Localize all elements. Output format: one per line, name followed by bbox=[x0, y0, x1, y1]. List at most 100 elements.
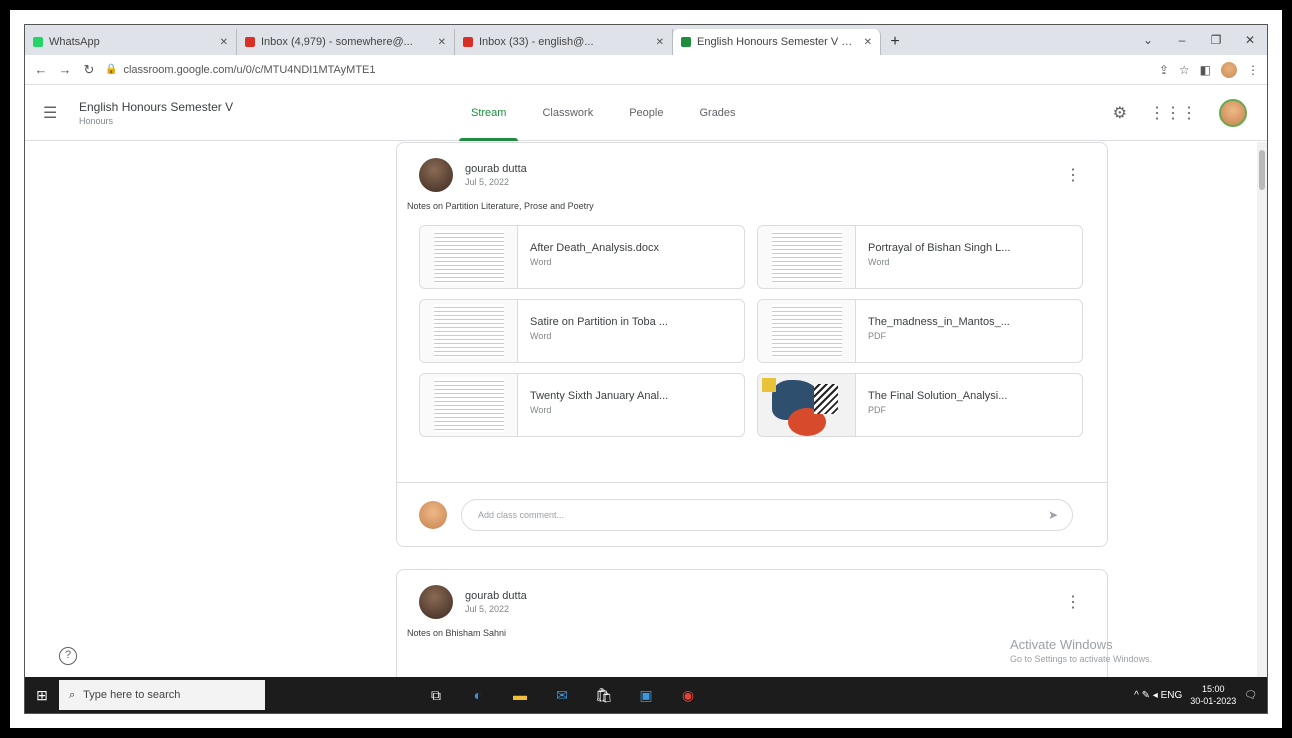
post-date: Jul 5, 2022 bbox=[465, 177, 510, 187]
star-icon[interactable]: ☆ bbox=[1179, 63, 1190, 77]
class-comment-input[interactable]: Add class comment... ➤ bbox=[461, 498, 1073, 531]
tray-icons[interactable]: ^ ✎ ◂ ENG bbox=[1134, 690, 1182, 701]
taskbar-clock[interactable]: 15:00 30-01-2023 bbox=[1190, 683, 1236, 707]
page-scrollbar[interactable] bbox=[1257, 142, 1267, 677]
attachment-card[interactable]: Satire on Partition in Toba ... Word bbox=[419, 299, 745, 363]
maximize-button[interactable]: ❐ bbox=[1199, 33, 1233, 47]
browser-menu-icon[interactable]: ⋮ bbox=[1247, 63, 1259, 77]
help-icon[interactable]: ? bbox=[59, 647, 77, 665]
attachment-card[interactable]: The Final Solution_Analysi... PDF bbox=[757, 373, 1083, 437]
image-thumbnail bbox=[758, 374, 856, 436]
url-field[interactable]: 🔒 classroom.google.com/u/0/c/MTU4NDI1MTA… bbox=[105, 59, 1151, 81]
attachment-card[interactable]: After Death_Analysis.docx Word bbox=[419, 225, 745, 289]
chrome-icon[interactable]: ◉ bbox=[675, 682, 701, 708]
document-thumbnail bbox=[420, 226, 518, 288]
new-tab-button[interactable]: + bbox=[881, 29, 909, 55]
attachment-title: The Final Solution_Analysi... bbox=[868, 390, 1008, 402]
browser-tab-inbox-1[interactable]: Inbox (4,979) - somewhere@... ✕ bbox=[237, 29, 455, 55]
document-thumbnail bbox=[420, 374, 518, 436]
attachment-title: Satire on Partition in Toba ... bbox=[530, 316, 668, 328]
attachment-type: Word bbox=[530, 405, 552, 415]
task-view-icon[interactable]: ⧉ bbox=[423, 682, 449, 708]
windows-taskbar: ⊞ ⌕ Type here to search ⧉ ◐ ▬ ✉ 🛍 ▣ ◉ ^ … bbox=[25, 677, 1267, 713]
back-icon[interactable]: ← bbox=[33, 62, 49, 77]
attachment-card[interactable]: The_madness_in_Mantos_... PDF bbox=[757, 299, 1083, 363]
notification-icon[interactable]: 🗨 bbox=[1244, 690, 1257, 701]
minimize-button[interactable]: – bbox=[1165, 33, 1199, 47]
post-text: Notes on Partition Literature, Prose and… bbox=[407, 201, 594, 211]
more-options-icon[interactable]: ⋮ bbox=[1065, 165, 1081, 185]
account-avatar[interactable] bbox=[1219, 99, 1247, 127]
close-tab-icon[interactable]: ✕ bbox=[864, 37, 872, 48]
tab-classwork[interactable]: Classwork bbox=[524, 85, 611, 141]
post-header: gourab dutta Jul 5, 2022 ⋮ bbox=[397, 143, 1107, 193]
gmail-icon bbox=[245, 37, 255, 47]
whatsapp-icon bbox=[33, 37, 43, 47]
file-explorer-icon[interactable]: ▬ bbox=[507, 682, 533, 708]
attachment-type: PDF bbox=[868, 405, 886, 415]
commenter-avatar bbox=[419, 500, 447, 529]
reload-icon[interactable]: ↻ bbox=[81, 62, 97, 78]
settings-gear-icon[interactable]: ⚙ bbox=[1113, 103, 1127, 123]
send-icon[interactable]: ➤ bbox=[1048, 508, 1058, 522]
share-icon[interactable]: ⇪ bbox=[1159, 63, 1169, 77]
author-name: gourab dutta bbox=[465, 163, 527, 175]
attachment-title: Twenty Sixth January Anal... bbox=[530, 390, 669, 402]
taskbar-apps: ⧉ ◐ ▬ ✉ 🛍 ▣ ◉ bbox=[423, 682, 701, 708]
tab-people[interactable]: People bbox=[611, 85, 681, 141]
photos-icon[interactable]: ▣ bbox=[633, 682, 659, 708]
browser-tab-classroom[interactable]: English Honours Semester V Pol... ✕ bbox=[673, 29, 881, 55]
close-tab-icon[interactable]: ✕ bbox=[220, 37, 228, 48]
close-window-button[interactable]: ✕ bbox=[1233, 33, 1267, 47]
browser-tab-inbox-2[interactable]: Inbox (33) - english@... ✕ bbox=[455, 29, 673, 55]
windows-start-icon[interactable]: ⊞ bbox=[25, 687, 59, 704]
screenshot-frame: WhatsApp ✕ Inbox (4,979) - somewhere@...… bbox=[8, 8, 1284, 730]
author-avatar bbox=[419, 158, 453, 192]
author-avatar bbox=[419, 585, 453, 619]
attachment-type: PDF bbox=[868, 331, 886, 341]
document-thumbnail bbox=[420, 300, 518, 362]
tab-stream[interactable]: Stream bbox=[453, 85, 524, 141]
store-icon[interactable]: 🛍 bbox=[591, 682, 617, 708]
forward-icon[interactable]: → bbox=[57, 62, 73, 77]
post-date: Jul 5, 2022 bbox=[465, 604, 510, 614]
hamburger-menu-icon[interactable]: ☰ bbox=[43, 103, 65, 123]
activate-windows-watermark: Activate Windows Go to Settings to activ… bbox=[1010, 637, 1153, 664]
tab-grades[interactable]: Grades bbox=[681, 85, 753, 141]
post-author: gourab dutta Jul 5, 2022 bbox=[465, 590, 527, 614]
taskbar-search-box[interactable]: ⌕ Type here to search bbox=[59, 680, 265, 710]
attachment-card[interactable]: Portrayal of Bishan Singh L... Word bbox=[757, 225, 1083, 289]
attachment-type: Word bbox=[868, 257, 890, 267]
address-bar: ← → ↻ 🔒 classroom.google.com/u/0/c/MTU4N… bbox=[25, 55, 1267, 85]
document-thumbnail bbox=[758, 300, 856, 362]
author-name: gourab dutta bbox=[465, 590, 527, 602]
apps-grid-icon[interactable]: ⋮⋮⋮ bbox=[1149, 103, 1197, 123]
lock-icon[interactable]: 🔒 bbox=[105, 64, 117, 75]
class-title: English Honours Semester V bbox=[79, 99, 234, 114]
mail-icon[interactable]: ✉ bbox=[549, 682, 575, 708]
classroom-icon bbox=[681, 37, 691, 47]
sidepanel-icon[interactable]: ◧ bbox=[1200, 63, 1211, 77]
stream-content: gourab dutta Jul 5, 2022 ⋮ Notes on Part… bbox=[25, 142, 1267, 677]
class-name[interactable]: English Honours Semester V Honours bbox=[79, 100, 233, 126]
document-thumbnail bbox=[758, 226, 856, 288]
more-options-icon[interactable]: ⋮ bbox=[1065, 592, 1081, 612]
post-author: gourab dutta Jul 5, 2022 bbox=[465, 163, 527, 187]
browser-tabbar: WhatsApp ✕ Inbox (4,979) - somewhere@...… bbox=[25, 25, 1267, 55]
profile-avatar[interactable] bbox=[1221, 61, 1237, 78]
close-tab-icon[interactable]: ✕ bbox=[656, 37, 664, 48]
post-card: gourab dutta Jul 5, 2022 ⋮ Notes on Part… bbox=[396, 142, 1108, 547]
browser-tab-whatsapp[interactable]: WhatsApp ✕ bbox=[25, 29, 237, 55]
attachment-title: The_madness_in_Mantos_... bbox=[868, 316, 1010, 328]
system-tray: ^ ✎ ◂ ENG 15:00 30-01-2023 🗨 bbox=[1134, 683, 1267, 707]
attachment-card[interactable]: Twenty Sixth January Anal... Word bbox=[419, 373, 745, 437]
tab-search-icon[interactable]: ⌄ bbox=[1131, 33, 1165, 47]
post-card: gourab dutta Jul 5, 2022 ⋮ Notes on Bhis… bbox=[396, 569, 1108, 677]
close-tab-icon[interactable]: ✕ bbox=[438, 37, 446, 48]
comment-row: Add class comment... ➤ bbox=[397, 482, 1107, 546]
post-text: Notes on Bhisham Sahni bbox=[407, 628, 507, 638]
class-nav-tabs: Stream Classwork People Grades bbox=[453, 85, 754, 141]
edge-icon[interactable]: ◐ bbox=[465, 682, 491, 708]
header-actions: ⚙ ⋮⋮⋮ bbox=[1113, 99, 1247, 127]
attachment-grid: After Death_Analysis.docx Word Portrayal… bbox=[397, 211, 1107, 437]
